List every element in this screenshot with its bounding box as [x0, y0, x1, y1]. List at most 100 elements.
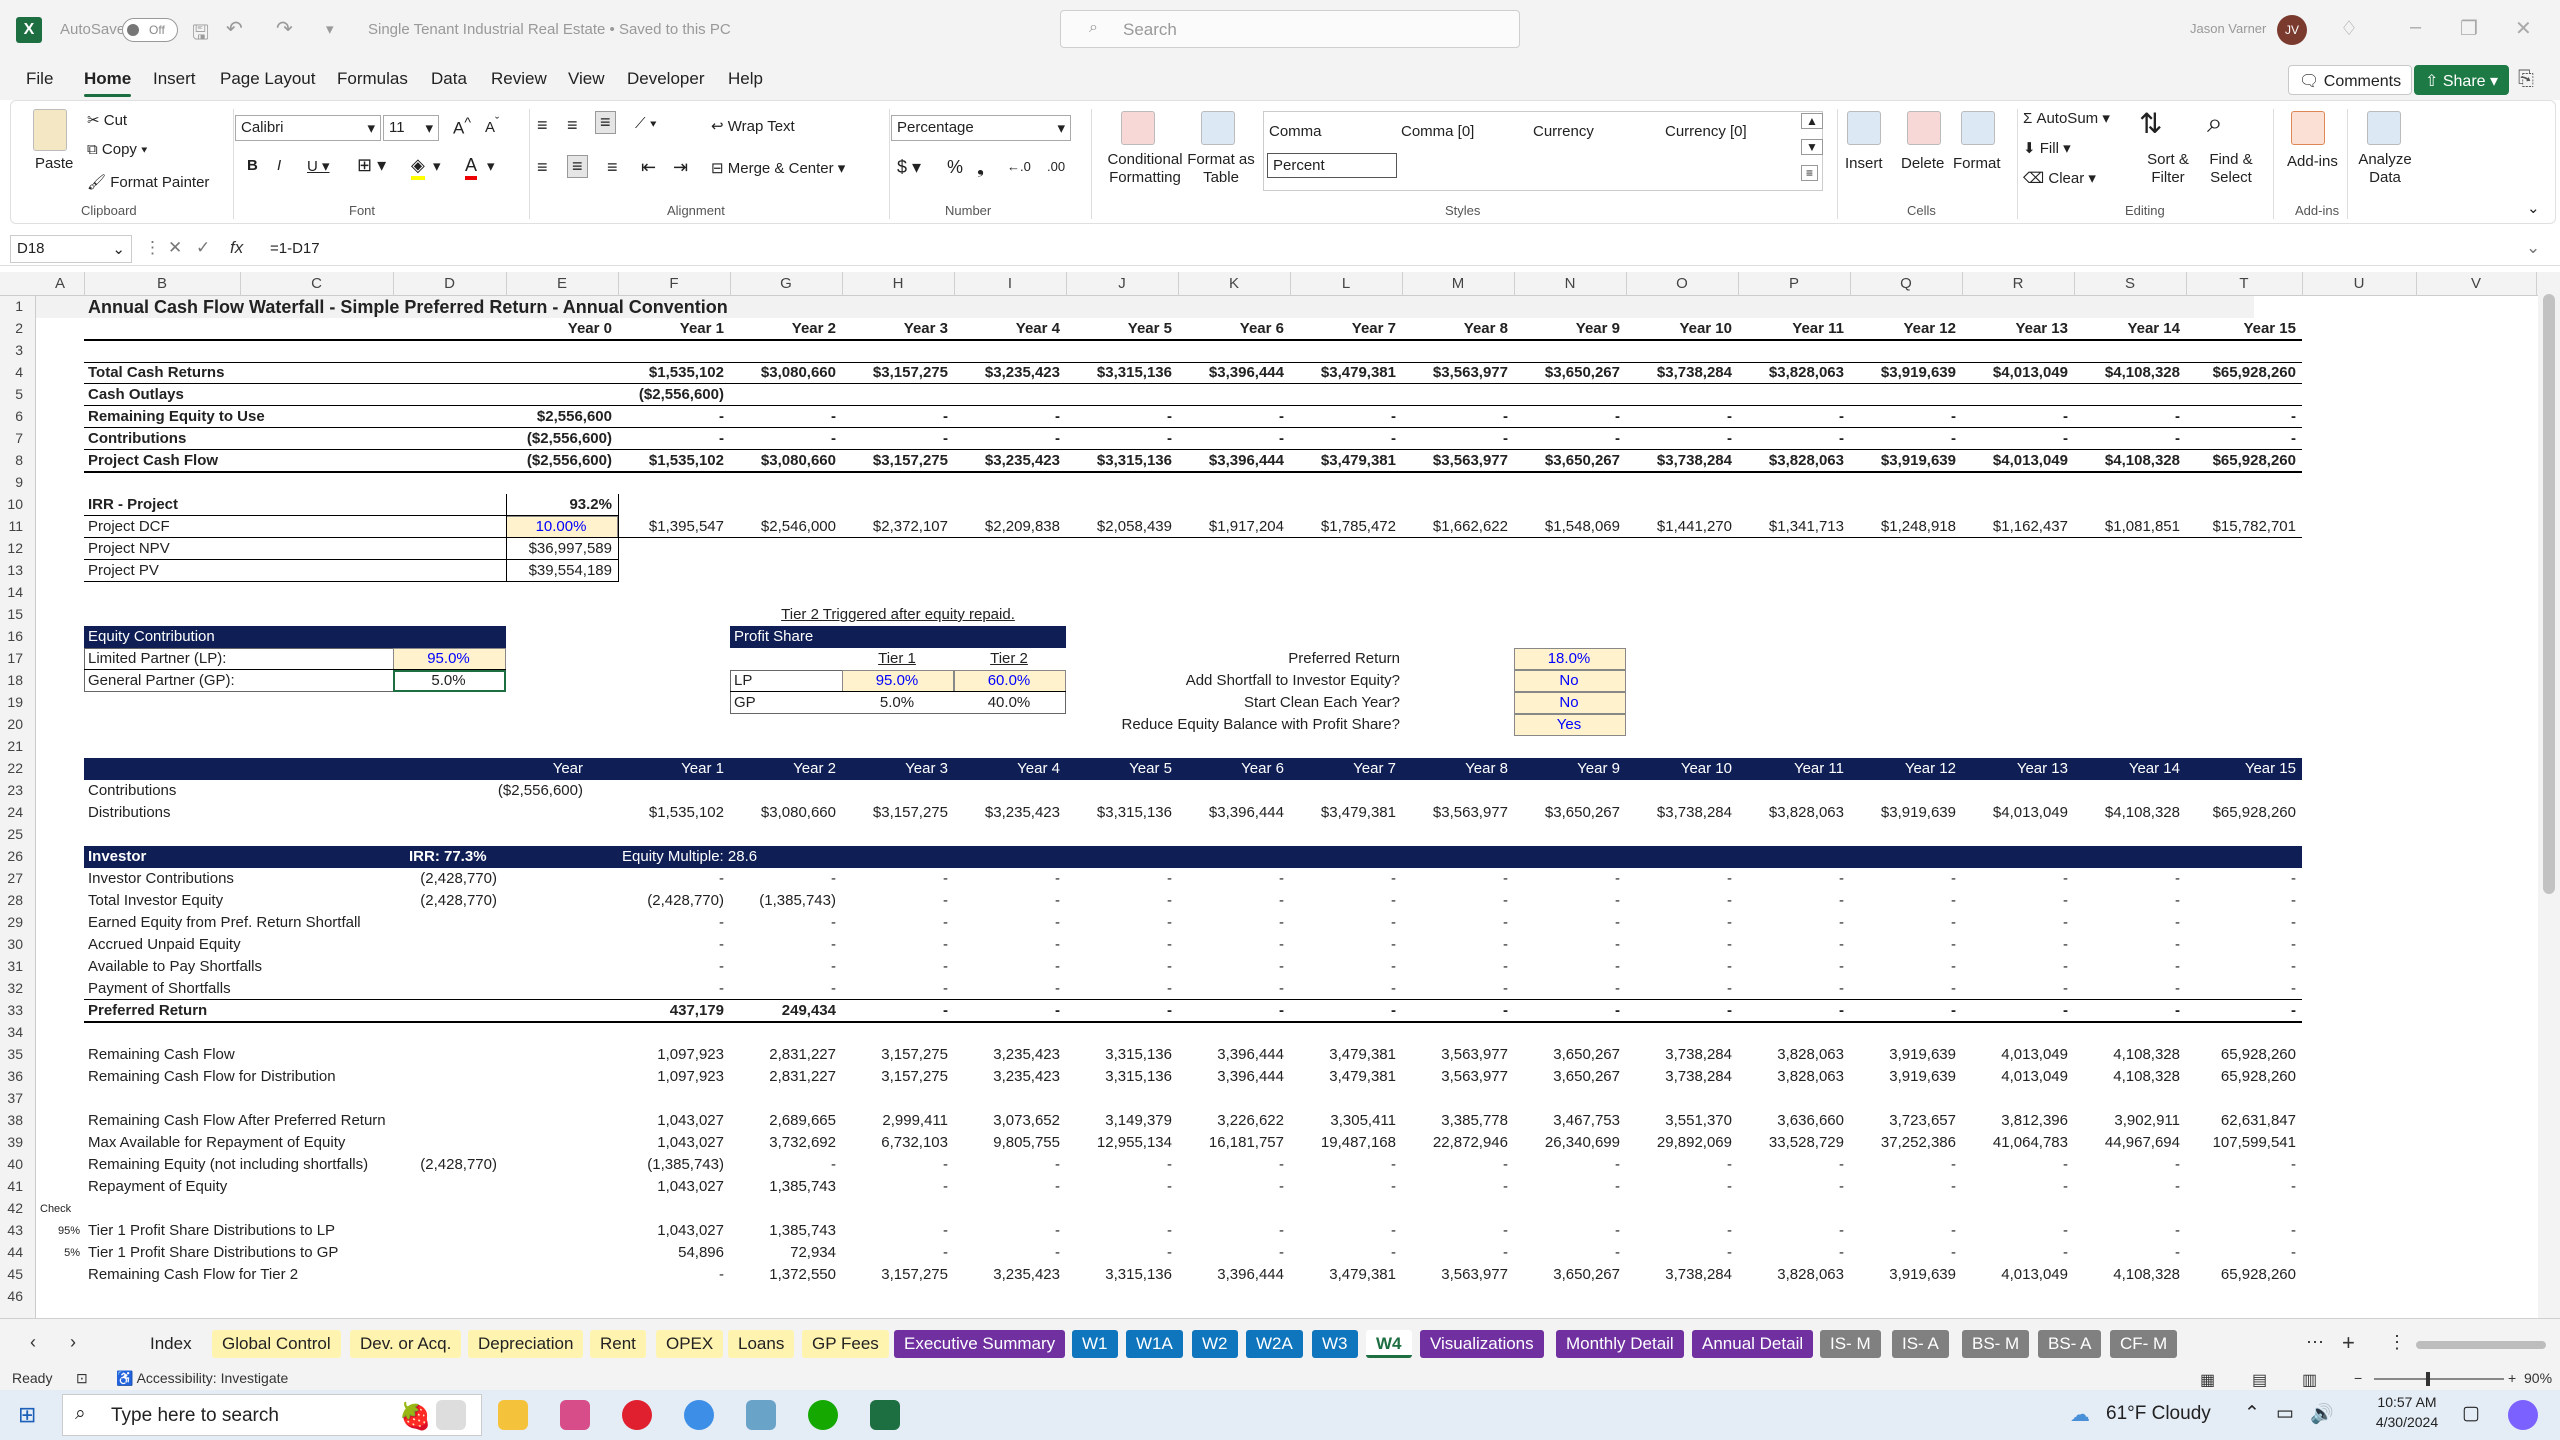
option-label[interactable]: Preferred Return [1050, 649, 1400, 669]
value-cell[interactable]: - [1854, 1221, 1956, 1241]
copy-button[interactable]: ⧉ Copy ▾ [87, 141, 147, 158]
prev-sheet-icon[interactable]: ‹ [30, 1332, 36, 1353]
zoom-slider-handle[interactable] [2426, 1372, 2430, 1386]
npv-value[interactable]: $36,997,589 [510, 539, 612, 559]
zoom-in-icon[interactable]: + [2508, 1370, 2516, 1386]
row-label[interactable]: Tier 1 Profit Share Distributions to GP [88, 1243, 508, 1263]
column-header[interactable]: G [730, 275, 842, 292]
distribution-value[interactable]: $3,828,063 [1742, 803, 1844, 823]
value-cell[interactable]: - [1406, 1155, 1508, 1175]
row-header[interactable]: 2 [15, 320, 23, 336]
value-cell[interactable]: - [2078, 869, 2180, 889]
row-label[interactable]: Max Available for Repayment of Equity [88, 1133, 508, 1153]
value-cell[interactable]: - [1070, 429, 1172, 449]
sheet-tab[interactable]: CF- M [2110, 1330, 2178, 1358]
tab-formulas[interactable]: Formulas [337, 69, 408, 89]
value-cell[interactable]: 4,108,328 [2078, 1045, 2180, 1065]
font-color-icon[interactable]: A [465, 155, 478, 180]
value-cell[interactable]: - [846, 1243, 948, 1263]
row-header[interactable]: 5 [15, 386, 23, 402]
align-right-icon[interactable]: ≡ [607, 157, 618, 178]
value-cell[interactable]: - [1630, 1221, 1732, 1241]
value-cell[interactable]: - [1294, 891, 1396, 911]
value-cell[interactable]: $3,315,136 [1070, 363, 1172, 383]
row-header[interactable]: 35 [7, 1046, 23, 1062]
decrease-decimal-icon[interactable]: .00 [1047, 159, 1065, 174]
value-cell[interactable]: 3,396,444 [1182, 1045, 1284, 1065]
value-cell[interactable]: - [846, 1177, 948, 1197]
tab-home[interactable]: Home [84, 69, 132, 97]
row-header[interactable]: 9 [15, 474, 23, 490]
orientation-icon[interactable]: ⟋ ▾ [635, 115, 657, 132]
value-cell[interactable]: - [1854, 869, 1956, 889]
conditional-formatting-icon[interactable] [1121, 111, 1155, 145]
value-cell[interactable]: 3,902,911 [2078, 1111, 2180, 1131]
value-cell[interactable]: - [2078, 957, 2180, 977]
weather-text[interactable]: 61°F Cloudy [2106, 1403, 2211, 1425]
value-cell[interactable]: - [734, 429, 836, 449]
normal-view-icon[interactable]: ▦ [2200, 1370, 2215, 1390]
value-cell[interactable]: - [2078, 913, 2180, 933]
value-cell[interactable]: - [1294, 407, 1396, 427]
undo-icon[interactable]: ↶ [226, 16, 243, 41]
value-cell[interactable]: - [1630, 891, 1732, 911]
column-header[interactable]: F [618, 275, 730, 292]
value-cell[interactable]: 29,892,069 [1630, 1133, 1732, 1153]
value-cell[interactable]: - [734, 979, 836, 999]
value-cell[interactable]: - [1294, 1001, 1396, 1021]
column-header[interactable]: S [2074, 275, 2186, 292]
dcf-value[interactable]: $1,785,472 [1294, 517, 1396, 537]
column-header[interactable]: T [2186, 275, 2302, 292]
lightbulb-icon[interactable]: ♢ [2340, 16, 2358, 41]
dcf-value[interactable]: $1,248,918 [1854, 517, 1956, 537]
value-cell[interactable]: $3,396,444 [1182, 451, 1284, 471]
value-cell[interactable]: - [2190, 979, 2296, 999]
sheet-tab[interactable]: IS- M [1820, 1330, 1881, 1358]
contributions-label[interactable]: Contributions [88, 781, 288, 801]
investor-multiple[interactable]: Equity Multiple: 28.6 [622, 847, 872, 867]
value-cell[interactable]: $3,563,977 [1406, 451, 1508, 471]
value-cell[interactable]: - [1854, 407, 1956, 427]
paste-icon[interactable] [33, 109, 67, 151]
value-cell[interactable]: 3,563,977 [1406, 1045, 1508, 1065]
distribution-value[interactable]: $3,738,284 [1630, 803, 1732, 823]
sheet-tab[interactable]: IS- A [1892, 1330, 1949, 1358]
sheet-title[interactable]: Annual Cash Flow Waterfall - Simple Pref… [88, 297, 988, 317]
dcf-value[interactable]: $2,209,838 [958, 517, 1060, 537]
sheet-tab[interactable]: OPEX [656, 1330, 724, 1358]
distribution-value[interactable]: $4,013,049 [1966, 803, 2068, 823]
share-button[interactable]: ⇧ Share ▾ [2414, 65, 2510, 95]
value-cell[interactable]: - [1294, 935, 1396, 955]
year-header[interactable]: Year 3 [846, 319, 948, 339]
dist-year-header[interactable]: Year 12 [1854, 759, 1956, 779]
format-cells-icon[interactable] [1961, 111, 1995, 145]
value-cell[interactable]: - [734, 407, 836, 427]
excel-taskbar-icon[interactable] [870, 1400, 900, 1430]
value-cell[interactable]: - [1518, 957, 1620, 977]
row-label[interactable]: Repayment of Equity [88, 1177, 508, 1197]
value-cell[interactable]: 3,396,444 [1182, 1067, 1284, 1087]
profit-header[interactable]: Profit Share [734, 627, 934, 647]
row-header[interactable]: 28 [7, 892, 23, 908]
analyze-data-icon[interactable] [2367, 111, 2401, 145]
value-cell[interactable]: - [1630, 1177, 1732, 1197]
sheet-tab[interactable]: W3 [1312, 1330, 1358, 1358]
value-cell[interactable]: - [1518, 913, 1620, 933]
value-cell[interactable]: - [1070, 1001, 1172, 1021]
row-header[interactable]: 42 [7, 1200, 23, 1216]
year0-value[interactable]: $2,556,600 [510, 407, 612, 427]
find-select-button[interactable]: Find & Select [2201, 151, 2261, 187]
sheet-tab[interactable]: Global Control [212, 1330, 341, 1358]
value-cell[interactable]: - [622, 429, 724, 449]
value-cell[interactable]: 54,896 [622, 1243, 724, 1263]
value-cell[interactable]: - [1406, 1001, 1508, 1021]
row-header[interactable]: 3 [15, 342, 23, 358]
value-cell[interactable]: 3,636,660 [1742, 1111, 1844, 1131]
windows-start-icon[interactable]: ⊞ [18, 1402, 36, 1428]
row-label[interactable]: Project Cash Flow [88, 451, 388, 471]
dcf-value[interactable]: $2,058,439 [1070, 517, 1172, 537]
value-cell[interactable]: - [622, 869, 724, 889]
value-cell[interactable]: $4,013,049 [1966, 363, 2068, 383]
row-header[interactable]: 39 [7, 1134, 23, 1150]
row-label[interactable]: Earned Equity from Pref. Return Shortfal… [88, 913, 508, 933]
